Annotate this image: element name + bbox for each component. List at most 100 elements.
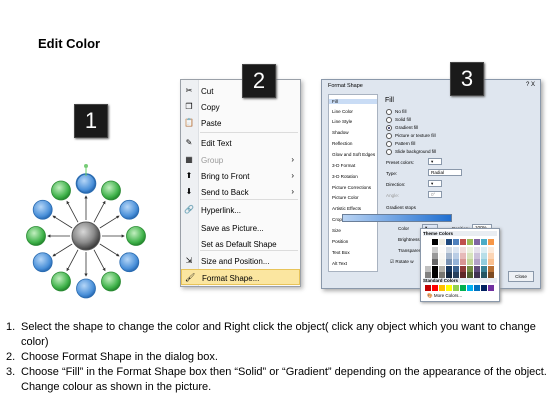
- green-node[interactable]: [126, 226, 146, 246]
- color-swatch[interactable]: [439, 239, 445, 245]
- radio-icon[interactable]: [386, 141, 392, 147]
- menu-item[interactable]: 📋 Paste: [181, 115, 300, 131]
- menu-item[interactable]: ❐ Copy: [181, 99, 300, 115]
- standard-color-swatch[interactable]: [474, 285, 480, 291]
- standard-color-swatch[interactable]: [453, 285, 459, 291]
- category-item[interactable]: Fill: [329, 99, 377, 104]
- menu-item[interactable]: 🔗 Hyperlink...: [181, 202, 300, 218]
- color-swatch[interactable]: [488, 259, 494, 266]
- angle-field[interactable]: 0°: [428, 191, 442, 198]
- color-swatch[interactable]: [446, 239, 452, 245]
- category-item[interactable]: Line Color: [332, 109, 353, 114]
- color-swatch[interactable]: [432, 259, 438, 266]
- direction-dropdown[interactable]: ▾: [428, 180, 442, 187]
- color-swatch[interactable]: [425, 259, 431, 266]
- color-swatch[interactable]: [439, 253, 445, 260]
- color-swatch[interactable]: [425, 239, 431, 245]
- category-item[interactable]: Size: [332, 228, 341, 233]
- category-item[interactable]: 3-D Format: [332, 163, 355, 168]
- type-dropdown[interactable]: Radial: [428, 169, 462, 176]
- menu-item[interactable]: 🖌 Format Shape...: [181, 269, 300, 285]
- color-swatch[interactable]: [453, 246, 459, 253]
- color-swatch[interactable]: [481, 239, 487, 245]
- radio-icon[interactable]: [386, 117, 392, 123]
- color-swatch[interactable]: [425, 265, 431, 272]
- color-swatch[interactable]: [425, 246, 431, 253]
- menu-item[interactable]: ✂ Cut: [181, 83, 300, 99]
- fill-option-gradient[interactable]: Gradient fill: [386, 125, 418, 131]
- radio-selected-icon[interactable]: [386, 125, 392, 131]
- fill-option-pattern[interactable]: Pattern fill: [386, 141, 415, 147]
- color-swatch[interactable]: [439, 246, 445, 253]
- color-swatch[interactable]: [488, 265, 494, 272]
- color-swatch[interactable]: [460, 246, 466, 253]
- color-swatch[interactable]: [446, 253, 452, 260]
- color-swatch[interactable]: [460, 239, 466, 245]
- fill-option-no-fill[interactable]: No fill: [386, 109, 407, 115]
- menu-item[interactable]: ▦ Group ›: [181, 152, 300, 168]
- standard-color-swatch[interactable]: [467, 285, 473, 291]
- green-node[interactable]: [101, 271, 121, 292]
- standard-color-swatch[interactable]: [488, 285, 494, 291]
- color-swatch[interactable]: [432, 265, 438, 272]
- category-item[interactable]: Picture Color: [332, 195, 359, 200]
- standard-color-swatch[interactable]: [460, 285, 466, 291]
- category-item[interactable]: Picture Corrections: [332, 185, 371, 190]
- category-item[interactable]: Position: [332, 239, 348, 244]
- blue-node[interactable]: [119, 199, 140, 220]
- color-swatch[interactable]: [481, 265, 487, 272]
- color-swatch[interactable]: [453, 259, 459, 266]
- menu-item[interactable]: ⬇ Send to Back ›: [181, 184, 300, 200]
- rotate-checkbox[interactable]: ☑ Rotate w: [390, 259, 414, 265]
- color-swatch[interactable]: [439, 259, 445, 266]
- color-swatch[interactable]: [474, 259, 480, 266]
- standard-color-swatch[interactable]: [425, 285, 431, 291]
- color-swatch[interactable]: [467, 239, 473, 245]
- color-swatch[interactable]: [460, 265, 466, 272]
- fill-option-solid[interactable]: Solid fill: [386, 117, 411, 123]
- menu-item[interactable]: ✎ Edit Text: [181, 135, 300, 151]
- green-node[interactable]: [26, 226, 46, 246]
- radio-icon[interactable]: [386, 109, 392, 115]
- preset-colors-dropdown[interactable]: ▾: [428, 158, 442, 165]
- dialog-close-icon[interactable]: ? X: [526, 82, 535, 88]
- category-item[interactable]: 3-D Rotation: [332, 174, 358, 179]
- color-swatch[interactable]: [467, 265, 473, 272]
- color-swatch[interactable]: [488, 246, 494, 253]
- blue-node[interactable]: [76, 278, 96, 299]
- menu-item[interactable]: ⇲ Size and Position...: [181, 253, 300, 269]
- menu-item[interactable]: Save as Picture...: [181, 220, 300, 236]
- color-swatch[interactable]: [481, 246, 487, 253]
- rotation-handle-knob[interactable]: [84, 164, 88, 168]
- center-node[interactable]: [71, 221, 101, 251]
- category-item[interactable]: Alt Text: [332, 261, 347, 266]
- color-swatch[interactable]: [488, 253, 494, 260]
- color-swatch[interactable]: [460, 253, 466, 260]
- color-swatch[interactable]: [488, 239, 494, 245]
- green-node[interactable]: [51, 180, 71, 201]
- category-item[interactable]: Line Style: [332, 119, 352, 124]
- standard-color-swatch[interactable]: [481, 285, 487, 291]
- fill-option-picture[interactable]: Picture or texture fill: [386, 133, 436, 139]
- blue-node[interactable]: [75, 173, 97, 194]
- color-swatch[interactable]: [446, 246, 452, 253]
- color-swatch[interactable]: [481, 259, 487, 266]
- color-swatch[interactable]: [432, 246, 438, 253]
- blue-node[interactable]: [32, 199, 53, 220]
- standard-color-swatch[interactable]: [439, 285, 445, 291]
- more-colors-option[interactable]: 🎨 More Colors...: [427, 293, 462, 299]
- category-item[interactable]: Crop: [332, 217, 342, 222]
- color-swatch[interactable]: [439, 265, 445, 272]
- color-swatch[interactable]: [467, 253, 473, 260]
- standard-color-swatch[interactable]: [446, 285, 452, 291]
- green-node[interactable]: [101, 180, 121, 201]
- category-item[interactable]: Reflection: [332, 141, 352, 146]
- radio-icon[interactable]: [386, 133, 392, 139]
- color-swatch[interactable]: [432, 239, 438, 245]
- color-swatch[interactable]: [467, 246, 473, 253]
- close-button[interactable]: Close: [508, 271, 534, 282]
- color-swatch[interactable]: [446, 259, 452, 266]
- color-swatch[interactable]: [481, 253, 487, 260]
- color-swatch[interactable]: [453, 239, 459, 245]
- gradient-stops-bar[interactable]: [342, 214, 452, 222]
